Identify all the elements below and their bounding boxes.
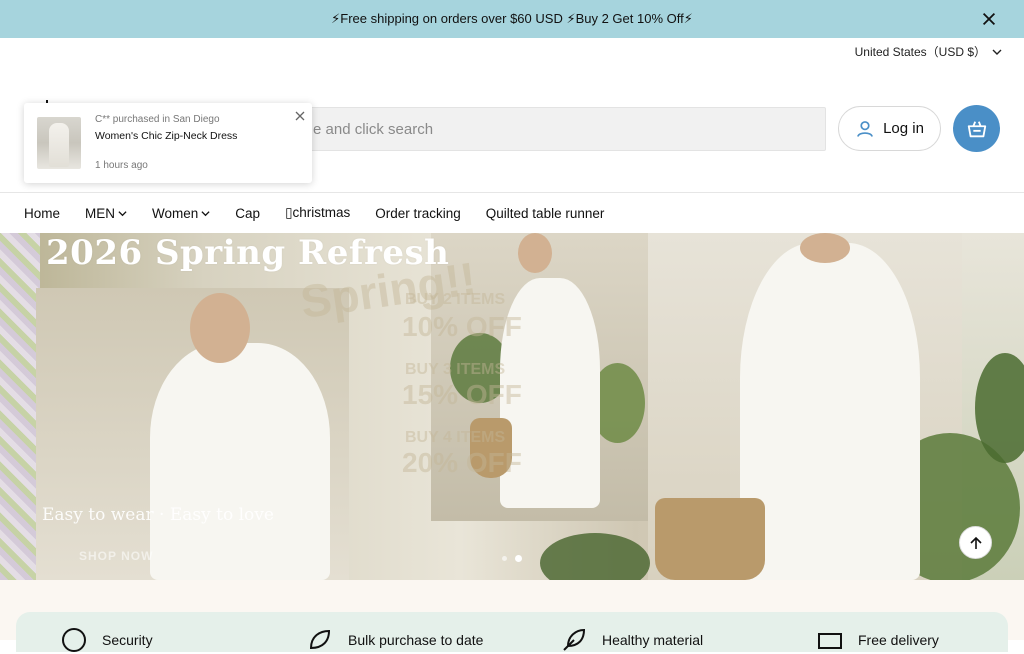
chevron-down-icon: [118, 210, 127, 216]
nav-item-men[interactable]: MEN: [85, 206, 127, 221]
recent-purchase-notification[interactable]: C** purchased in San Diego Women's Chic …: [24, 103, 312, 183]
nav-item-christmas[interactable]: ▯christmas: [285, 205, 350, 221]
feature-bulk-purchase: Bulk purchase to date: [306, 626, 483, 654]
hero-banner[interactable]: Spring!! BUY 2 ITEMS 10% OFF BUY 3 ITEMS…: [0, 233, 1024, 580]
feature-free-delivery: Free delivery: [816, 626, 939, 654]
arrow-up-icon: [969, 536, 982, 549]
announcement-bar: ⚡Free shipping on orders over $60 USD ⚡B…: [0, 0, 1024, 38]
shield-icon: [62, 628, 86, 652]
nav-item-order-tracking[interactable]: Order tracking: [375, 206, 461, 221]
carousel-pagination: [502, 555, 522, 562]
purchase-location: C** purchased in San Diego: [95, 114, 220, 125]
feature-healthy-material: Healthy material: [560, 626, 703, 654]
close-notification-button[interactable]: [294, 109, 306, 121]
chevron-down-icon: [992, 49, 1002, 55]
chevron-down-icon: [201, 210, 210, 216]
floral-fabric-image: [0, 233, 40, 580]
announcement-text: ⚡Free shipping on orders over $60 USD ⚡B…: [331, 11, 693, 26]
search-input[interactable]: [313, 120, 825, 138]
purchased-product-name[interactable]: Women's Chic Zip-Neck Dress: [95, 130, 237, 142]
close-announcement-button[interactable]: [980, 10, 998, 28]
hero-tagline: Easy to wear · Easy to love: [42, 505, 274, 525]
back-to-top-button[interactable]: [959, 526, 992, 559]
hero-headline: 2026 Spring Refresh: [46, 233, 450, 273]
close-icon: [295, 111, 305, 121]
login-label: Log in: [883, 120, 924, 137]
nav-item-cap[interactable]: Cap: [235, 206, 260, 221]
feature-security: Security: [60, 626, 153, 654]
leaf-icon: [309, 629, 331, 650]
purchase-time: 1 hours ago: [95, 160, 148, 171]
user-icon: [857, 120, 873, 137]
cart-button[interactable]: [953, 105, 1000, 152]
locale-label: United States（USD $）: [854, 45, 986, 59]
truck-icon: [818, 633, 842, 649]
close-icon: [982, 12, 996, 26]
model-right: [740, 243, 920, 580]
product-thumbnail[interactable]: [37, 117, 81, 169]
nav-item-women[interactable]: Women: [152, 206, 210, 221]
country-currency-selector[interactable]: United States（USD $）: [855, 43, 1002, 60]
model-left: [150, 343, 330, 580]
nav-item-quilted-table-runner[interactable]: Quilted table runner: [486, 206, 605, 221]
login-button[interactable]: Log in: [838, 106, 941, 151]
shop-now-button[interactable]: SHOP NOW: [79, 549, 153, 563]
main-navigation: Home MEN Women Cap ▯christmas Order trac…: [24, 193, 629, 233]
nav-item-home[interactable]: Home: [24, 206, 60, 221]
feather-icon: [563, 628, 586, 651]
features-strip: Security Bulk purchase to date Healthy m…: [16, 612, 1008, 652]
basket-icon: [967, 120, 986, 137]
search-bar[interactable]: [250, 107, 826, 151]
carousel-dot-2[interactable]: [515, 555, 522, 562]
carousel-dot-1[interactable]: [502, 556, 507, 561]
